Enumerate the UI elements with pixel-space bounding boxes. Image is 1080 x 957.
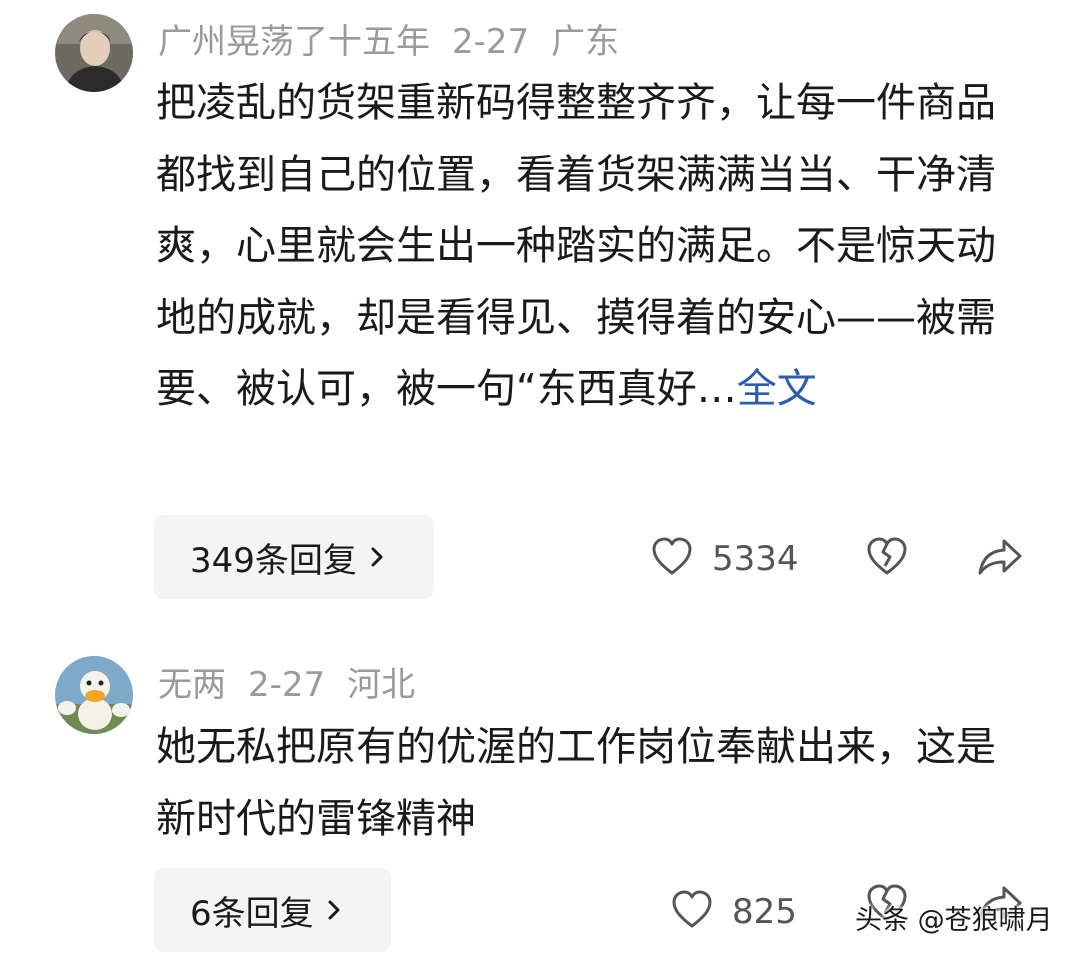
- replies-label: 6条回复: [190, 893, 314, 934]
- avatar[interactable]: [55, 14, 133, 92]
- comment-text-content: 她无私把原有的优渥的工作岗位奉献出来，这是新时代的雷锋精神: [156, 724, 996, 842]
- like-count: 825: [732, 892, 797, 932]
- comment-location: 广东: [551, 22, 620, 62]
- comment-date: 2-27: [248, 665, 326, 705]
- comment-meta: 无两 2-27 河北: [158, 668, 415, 702]
- expand-full-text-link[interactable]: 全文: [737, 366, 817, 412]
- comment-date: 2-27: [452, 22, 530, 62]
- comment-item: 广州晃荡了十五年 2-27 广东 把凌乱的货架重新码得整整齐齐，让每一件商品都找到自…: [0, 0, 1080, 620]
- comment-text: 她无私把原有的优渥的工作岗位奉献出来，这是新时代的雷锋精神: [156, 712, 1016, 855]
- view-replies-button[interactable]: 6条回复: [154, 868, 391, 952]
- view-replies-button[interactable]: 349条回复: [154, 515, 434, 599]
- heart-icon: [670, 888, 714, 936]
- comment-text-content: 把凌乱的货架重新码得整整齐齐，让每一件商品都找到自己的位置，看着货架满满当当、干…: [156, 80, 996, 412]
- username[interactable]: 广州晃荡了十五年: [158, 22, 430, 62]
- comment-meta: 广州晃荡了十五年 2-27 广东: [158, 25, 619, 59]
- replies-label: 349条回复: [190, 540, 357, 581]
- duck-avatar-icon: [55, 656, 133, 734]
- comment-text: 把凌乱的货架重新码得整整齐齐，让每一件商品都找到自己的位置，看着货架满满当当、干…: [156, 68, 1016, 426]
- user-avatar-icon: [55, 14, 133, 92]
- chevron-right-icon: [367, 543, 387, 571]
- username[interactable]: 无两: [158, 665, 226, 705]
- heart-icon: [650, 535, 694, 583]
- chevron-right-icon: [324, 896, 344, 924]
- share-button[interactable]: [976, 535, 1024, 583]
- like-button[interactable]: 825: [670, 888, 797, 936]
- watermark: 头条 @苍狼啸月: [855, 905, 1053, 936]
- like-count: 5334: [712, 539, 799, 579]
- share-icon: [976, 535, 1024, 583]
- comment-location: 河北: [347, 665, 416, 705]
- broken-heart-icon: [865, 535, 909, 583]
- like-button[interactable]: 5334: [650, 535, 799, 583]
- dislike-button[interactable]: [865, 535, 909, 583]
- avatar[interactable]: [55, 656, 133, 734]
